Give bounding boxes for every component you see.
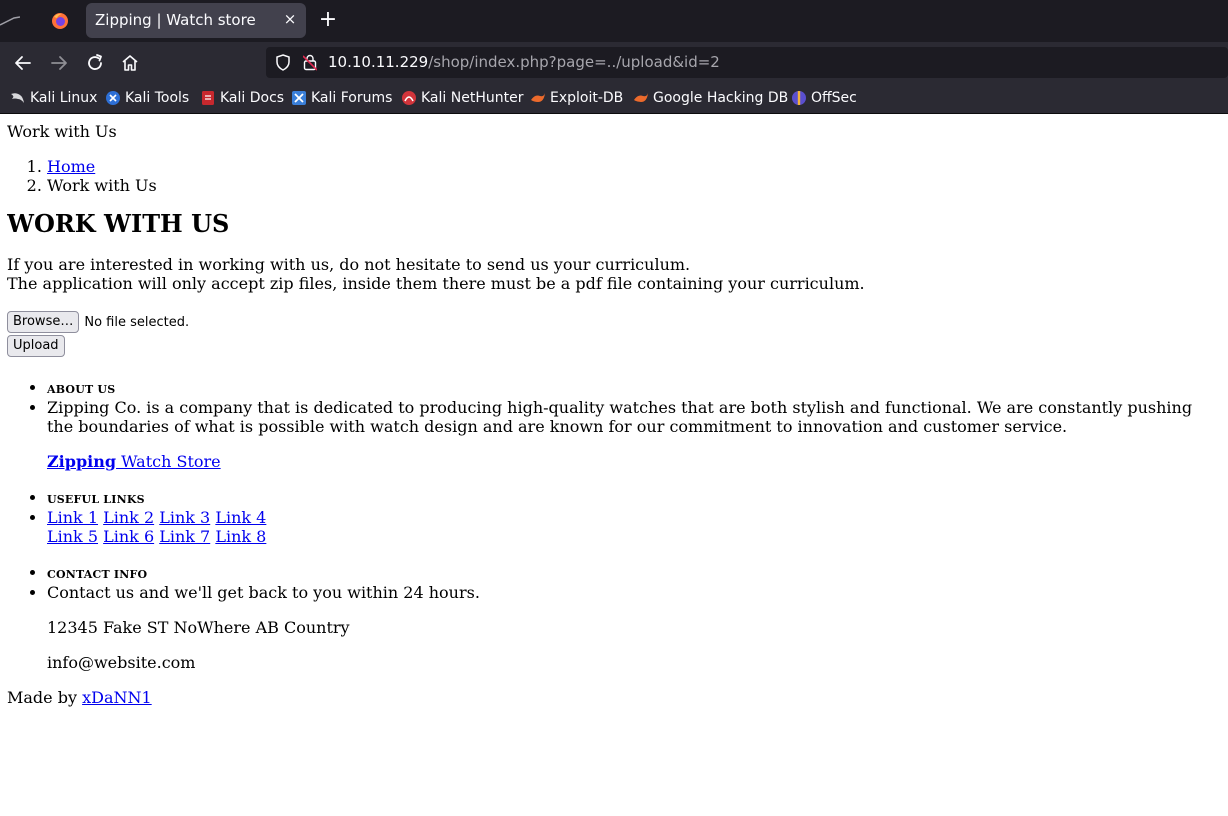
link-7[interactable]: Link 7	[159, 527, 210, 546]
active-tab[interactable]: Zipping | Watch store ×	[86, 3, 306, 38]
insecure-lock-icon[interactable]	[303, 54, 317, 71]
footer-contact-heading-item: CONTACT INFO	[47, 563, 1228, 583]
contact-address: 12345 Fake ST NoWhere AB Country	[47, 618, 350, 637]
tab-strip: Zipping | Watch store × +	[0, 0, 1228, 42]
brand-link[interactable]: Zipping Watch Store	[47, 452, 221, 471]
bookmark-kali-linux[interactable]: Kali Linux	[10, 89, 97, 107]
about-heading: ABOUT US	[47, 383, 116, 396]
forward-arrow-icon[interactable]	[49, 53, 69, 73]
bookmarks-toolbar: Kali Linux Kali Tools Kali Docs Kali For…	[0, 84, 1228, 114]
brand-line: Zipping Watch Store	[47, 452, 1228, 471]
bookmark-kali-docs[interactable]: Kali Docs	[200, 89, 284, 107]
upload-row: Upload	[7, 334, 1228, 357]
link-8[interactable]: Link 8	[215, 527, 266, 546]
url-host: 10.10.11.229	[328, 53, 429, 71]
kali-docs-icon	[202, 91, 214, 105]
link-2[interactable]: Link 2	[103, 508, 154, 527]
breadcrumb: Home Work with Us	[7, 157, 1228, 195]
url-path: /shop/index.php?page=../upload&id=2	[428, 53, 720, 71]
new-tab-button[interactable]: +	[316, 9, 340, 33]
footer-links-heading-item: USEFUL LINKS	[47, 488, 1228, 508]
link-4[interactable]: Link 4	[215, 508, 266, 527]
links-heading: USEFUL LINKS	[47, 493, 145, 506]
made-by-label: Made by	[7, 688, 83, 707]
url-text[interactable]: 10.10.11.229/shop/index.php?page=../uplo…	[328, 53, 720, 71]
page-title: WORK WITH US	[7, 209, 230, 238]
kali-nethunter-icon	[402, 91, 416, 105]
footer-about-heading-item: ABOUT US	[47, 378, 1228, 398]
footer-contact-item: Contact us and we'll get back to you wit…	[47, 583, 1228, 672]
bookmark-google-hacking-db[interactable]: Google Hacking DB	[633, 89, 788, 107]
bookmark-exploit-db[interactable]: Exploit-DB	[530, 89, 623, 107]
upload-button[interactable]: Upload	[7, 335, 65, 357]
link-6[interactable]: Link 6	[103, 527, 154, 546]
kali-dragon-icon	[11, 93, 24, 103]
home-icon[interactable]	[120, 53, 140, 73]
intro-line-2: The application will only accept zip fil…	[7, 274, 865, 293]
contact-email: info@website.com	[47, 653, 196, 672]
bookmark-kali-nethunter[interactable]: Kali NetHunter	[401, 89, 523, 107]
footer-about-item: Zipping Co. is a company that is dedicat…	[47, 398, 1228, 471]
bookmark-offsec[interactable]: OffSec	[791, 89, 857, 107]
firefox-view-icon[interactable]	[0, 16, 20, 26]
bookmark-label: Exploit-DB	[550, 90, 624, 106]
bookmark-label: Kali Linux	[30, 90, 98, 106]
intro-line-1: If you are interested in working with us…	[7, 255, 691, 274]
link-3[interactable]: Link 3	[159, 508, 210, 527]
page-content: Work with Us Home Work with Us WORK WITH…	[7, 114, 1228, 816]
bookmark-label: OffSec	[811, 90, 857, 106]
made-by-line: Made by xDaNN1	[7, 688, 1228, 707]
about-text: Zipping Co. is a company that is dedicat…	[47, 398, 1193, 436]
brand-bold: Zipping	[47, 452, 117, 471]
bookmark-label: Kali Docs	[220, 90, 285, 106]
file-status: No file selected.	[84, 314, 190, 330]
page-label: Work with Us	[7, 122, 117, 141]
file-input: Browse… No file selected.	[7, 311, 1228, 333]
intro-text: If you are interested in working with us…	[7, 255, 1228, 293]
tab-title: Zipping | Watch store	[95, 11, 256, 29]
google-hacking-db-icon	[634, 93, 648, 102]
link-1[interactable]: Link 1	[47, 508, 98, 527]
bookmark-label: Kali Forums	[311, 90, 393, 106]
offsec-icon	[792, 91, 806, 105]
kali-tools-icon	[106, 91, 120, 105]
upload-form: Browse… No file selected. Upload	[7, 311, 1228, 357]
breadcrumb-item: Work with Us	[47, 176, 1228, 195]
author-link[interactable]: xDaNN1	[82, 688, 152, 707]
links-row-1: Link 1 Link 2 Link 3 Link 4	[47, 508, 1228, 527]
contact-heading: CONTACT INFO	[47, 568, 148, 581]
firefox-logo-icon	[52, 13, 68, 29]
bookmark-label: Kali NetHunter	[421, 90, 524, 106]
breadcrumb-item: Home	[47, 157, 1228, 176]
brand-rest: Watch Store	[116, 452, 221, 471]
links-row-2: Link 5 Link 6 Link 7 Link 8	[47, 527, 1228, 546]
kali-forums-icon	[292, 91, 306, 105]
browse-button[interactable]: Browse…	[7, 311, 80, 333]
footer-links-item: Link 1 Link 2 Link 3 Link 4 Link 5 Link …	[47, 508, 1228, 546]
breadcrumb-home-link[interactable]: Home	[47, 157, 95, 176]
link-5[interactable]: Link 5	[47, 527, 98, 546]
bookmark-label: Kali Tools	[125, 90, 190, 106]
url-bar[interactable]: 10.10.11.229/shop/index.php?page=../uplo…	[266, 47, 1228, 78]
bookmark-kali-tools[interactable]: Kali Tools	[105, 89, 189, 107]
tab-close-icon[interactable]: ×	[282, 11, 298, 27]
exploit-db-icon	[531, 93, 545, 102]
reload-icon[interactable]	[85, 53, 105, 73]
contact-text: Contact us and we'll get back to you wit…	[47, 583, 480, 602]
bookmark-kali-forums[interactable]: Kali Forums	[291, 89, 392, 107]
shield-icon[interactable]	[275, 54, 291, 71]
footer: ABOUT US Zipping Co. is a company that i…	[7, 378, 1228, 672]
bookmark-label: Google Hacking DB	[653, 90, 789, 106]
back-arrow-icon[interactable]	[13, 53, 33, 73]
